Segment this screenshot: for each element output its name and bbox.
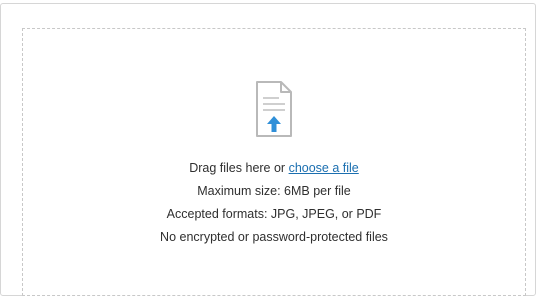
choose-file-link[interactable]: choose a file bbox=[289, 161, 359, 175]
file-dropzone[interactable]: Drag files here or choose a file Maximum… bbox=[22, 28, 526, 296]
upload-panel: Drag files here or choose a file Maximum… bbox=[0, 3, 536, 296]
max-size-text: Maximum size: 6MB per file bbox=[197, 184, 351, 198]
drag-instruction: Drag files here or choose a file bbox=[23, 157, 525, 180]
upload-instructions: Drag files here or choose a file Maximum… bbox=[23, 157, 525, 249]
document-upload-icon bbox=[251, 74, 297, 142]
restriction-text: No encrypted or password-protected files bbox=[160, 230, 388, 244]
drag-text: Drag files here or bbox=[189, 161, 289, 175]
accepted-formats-text: Accepted formats: JPG, JPEG, or PDF bbox=[166, 207, 382, 221]
